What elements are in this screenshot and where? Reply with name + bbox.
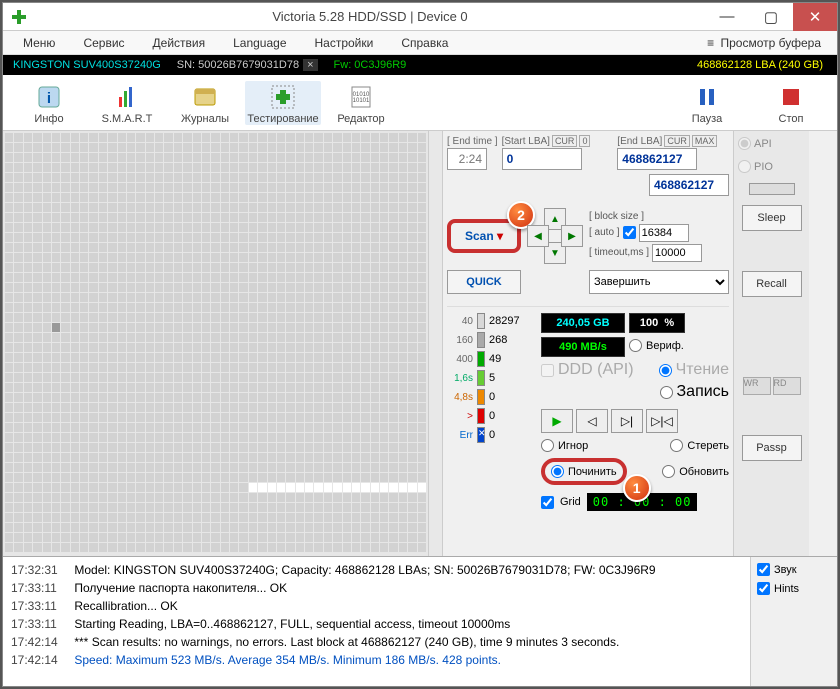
start-zero-button[interactable]: 0 [579,135,590,147]
end-cur-button[interactable]: CUR [664,135,690,147]
side-pio-radio [738,160,751,173]
side-api-radio [738,137,751,150]
arrow-left-button[interactable]: ◀ [527,225,549,247]
hints-checkbox[interactable] [757,582,770,595]
device-infobar: KINGSTON SUV400S37240G SN: 50026B7679031… [3,55,837,75]
finish-select[interactable]: Завершить [589,270,729,294]
tool-stop[interactable]: Стоп [753,81,829,125]
end-max-button[interactable]: MAX [692,135,718,147]
second-lba-input[interactable] [649,174,729,196]
start-cur-button[interactable]: CUR [552,135,578,147]
device-sn: SN: 50026B7679031D78× [169,59,326,71]
action-erase-radio[interactable] [670,439,683,452]
action-ignore-radio[interactable] [541,439,554,452]
end-lba-input[interactable] [617,148,697,170]
window-title: Victoria 5.28 HDD/SSD | Device 0 [35,9,705,24]
grid-checkbox[interactable] [541,496,554,509]
step-back-button[interactable]: ▷| [611,409,643,433]
marker-1: 1 [623,474,651,502]
svg-text:10101: 10101 [353,98,370,104]
step-fwd-button[interactable]: ▷|◁ [646,409,678,433]
menubar: Меню Сервис Действия Language Настройки … [3,31,837,55]
log-panel[interactable]: 17:32:31 Model: KINGSTON SUV400S37240G; … [3,557,751,686]
wr-indicator: WR [743,377,771,395]
tool-editor[interactable]: 0101010101 Редактор [323,81,399,125]
timeout-input[interactable] [652,244,702,262]
action-refresh-radio[interactable] [662,465,675,478]
end-time-label: [ End time ] [447,136,498,147]
latency-stats: 4028297 160268 40049 1,6s5 4,8s0 >0 Err✕… [447,313,529,511]
scan-button[interactable]: Scan ▾ 2 [447,219,521,253]
rd-indicator: RD [773,377,801,395]
device-lba: 468862128 LBA (240 GB) [689,59,835,71]
close-button[interactable]: ✕ [793,3,837,31]
tool-info[interactable]: i Инфо [11,81,87,125]
blocksize-input[interactable] [639,224,689,242]
device-model: KINGSTON SUV400S37240G [5,59,169,71]
menu-service[interactable]: Сервис [69,36,138,50]
hamburger-icon: ≡ [707,36,713,50]
device-fw: Fw: 0C3J96R9 [326,59,415,71]
mode-write-radio[interactable] [660,386,673,399]
titlebar: Victoria 5.28 HDD/SSD | Device 0 — ▢ ✕ [3,3,837,31]
play-button[interactable]: ▶ [541,409,573,433]
menu-actions[interactable]: Действия [139,36,220,50]
minimize-button[interactable]: — [705,3,749,31]
quick-button[interactable]: QUICK [447,270,521,294]
svg-text:i: i [47,90,51,107]
sn-close-icon[interactable]: × [303,59,317,71]
action-fix-highlight: Починить [541,458,627,485]
tool-journals[interactable]: Журналы [167,81,243,125]
app-icon [7,5,31,29]
surface-map [3,131,428,556]
direction-arrows: ▲ ▼ ◀ ▶ [527,208,583,264]
ddd-checkbox [541,364,554,377]
arrow-right-button[interactable]: ▶ [561,225,583,247]
menu-view-buffer[interactable]: ≡ Просмотр буфера [697,36,831,50]
toolbar: i Инфо S.M.A.R.T Журналы Тестирование 01… [3,75,837,131]
sound-checkbox[interactable] [757,563,770,576]
mode-verify-radio[interactable] [629,339,642,352]
tool-testing[interactable]: Тестирование [245,81,321,125]
menu-language[interactable]: Language [219,36,300,50]
start-lba-input[interactable] [502,148,582,170]
percent-badge: 100 % [629,313,685,333]
mode-read-radio[interactable] [659,364,672,377]
capacity-badge: 240,05 GB [541,313,625,333]
sleep-button[interactable]: Sleep [742,205,802,231]
action-fix-radio[interactable] [551,465,564,478]
rewind-button[interactable]: ◁ [576,409,608,433]
passp-button[interactable]: Passp [742,435,802,461]
maximize-button[interactable]: ▢ [749,3,793,31]
auto-checkbox[interactable] [623,226,636,239]
speed-badge: 490 MB/s [541,337,625,357]
end-time-input[interactable] [447,148,487,170]
tool-smart[interactable]: S.M.A.R.T [89,81,165,125]
map-scrollbar[interactable] [428,131,442,556]
side-progress [749,183,795,195]
menu-menu[interactable]: Меню [9,36,69,50]
menu-settings[interactable]: Настройки [301,36,388,50]
tool-pause[interactable]: Пауза [669,81,745,125]
menu-help[interactable]: Справка [387,36,462,50]
recall-button[interactable]: Recall [742,271,802,297]
